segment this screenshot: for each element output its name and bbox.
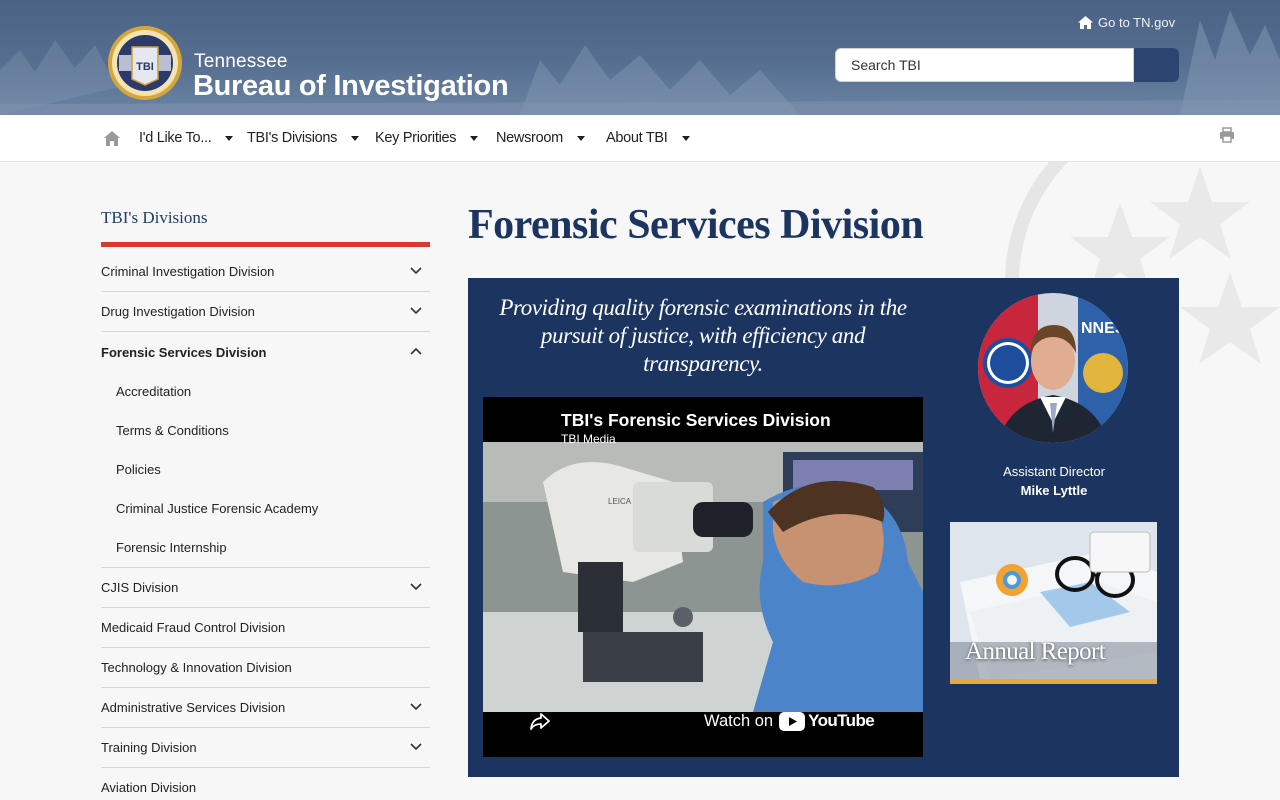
org-name[interactable]: Bureau of Investigation — [193, 70, 509, 103]
sidebar-item-drug-investigation[interactable]: Drug Investigation Division — [101, 292, 430, 332]
sidebar-item-label: Training Division — [101, 740, 197, 755]
director-name: Mike Lyttle — [1020, 483, 1088, 498]
watch-on-label: Watch on — [704, 711, 774, 730]
director-photo: NNES — [978, 293, 1128, 443]
search-input[interactable] — [835, 48, 1134, 82]
nav-item-key-priorities[interactable]: Key Priorities — [375, 130, 479, 146]
sidebar-item-medicaid-fraud[interactable]: Medicaid Fraud Control Division — [101, 608, 430, 648]
chevron-up-icon[interactable] — [410, 346, 422, 356]
sidebar-item-cjis[interactable]: CJIS Division — [101, 568, 430, 608]
youtube-play-icon — [779, 711, 806, 731]
youtube-wordmark: YouTube — [808, 711, 875, 730]
sidebar-accent-rule — [101, 242, 430, 247]
sidebar-item-label: Criminal Investigation Division — [101, 264, 275, 279]
nav-item-divisions[interactable]: TBI's Divisions — [247, 130, 360, 146]
caret-down-icon — [576, 135, 585, 141]
sidebar-subitem-internship[interactable]: Forensic Internship — [101, 528, 430, 567]
video-thumbnail[interactable]: LEICA — [483, 442, 923, 712]
sidebar-item-label: Drug Investigation Division — [101, 304, 255, 319]
caret-down-icon — [225, 135, 234, 141]
sidebar-item-label: Forensic Services Division — [101, 344, 267, 360]
sidebar-subitem-label: Terms & Conditions — [116, 423, 229, 438]
sidebar-item-label: CJIS Division — [101, 580, 179, 595]
annual-report-label: Annual Report — [965, 638, 1106, 665]
division-tagline: Providing quality forensic examinations … — [499, 295, 907, 376]
tngov-link[interactable]: Go to TN.gov — [1078, 15, 1175, 30]
nav-item-label: I'd Like To... — [139, 130, 212, 146]
sidebar-subitem-accreditation[interactable]: Accreditation — [101, 372, 430, 411]
sidebar-item-administrative[interactable]: Administrative Services Division — [101, 688, 430, 728]
print-icon[interactable] — [1219, 127, 1235, 143]
nav-item-newsroom[interactable]: Newsroom — [496, 130, 585, 146]
sidebar-item-label: Aviation Division — [101, 780, 197, 795]
director-portrait: NNES — [978, 293, 1128, 443]
chevron-down-icon[interactable] — [410, 306, 422, 316]
svg-text:LEICA: LEICA — [608, 497, 632, 506]
svg-text:TBI: TBI — [136, 61, 154, 73]
sidebar-item-label: Medicaid Fraud Control Division — [101, 620, 286, 635]
chevron-down-icon[interactable] — [410, 582, 422, 592]
sidebar-subitem-policies[interactable]: Policies — [101, 450, 430, 489]
sidebar-nav: Criminal Investigation Division Drug Inv… — [101, 252, 430, 800]
caret-down-icon — [470, 135, 479, 141]
nav-item-label: Newsroom — [496, 130, 563, 146]
video-channel[interactable]: TBI Media — [561, 432, 616, 446]
sidebar-item-criminal-investigation[interactable]: Criminal Investigation Division — [101, 252, 430, 292]
video-embed[interactable]: LEICA TBI's Forensic Services Division T… — [483, 397, 923, 757]
nav-item-label: Key Priorities — [375, 130, 457, 146]
sidebar-item-forensic-services[interactable]: Forensic Services Division — [101, 332, 430, 372]
sidebar-item-label: Technology & Innovation Division — [101, 660, 292, 675]
share-icon[interactable] — [529, 710, 551, 732]
sidebar-subitem-label: Forensic Internship — [116, 540, 227, 555]
home-icon[interactable] — [104, 131, 120, 146]
sidebar-subitem-forensic-academy[interactable]: Criminal Justice Forensic Academy — [101, 489, 430, 528]
sidebar-subitem-terms[interactable]: Terms & Conditions — [101, 411, 430, 450]
caret-down-icon — [681, 135, 690, 141]
page-title: Forensic Services Division — [468, 202, 924, 248]
annual-report-link[interactable]: Annual Report — [950, 522, 1157, 684]
chevron-down-icon[interactable] — [410, 266, 422, 276]
home-icon — [1078, 16, 1093, 29]
sidebar-item-training[interactable]: Training Division — [101, 728, 430, 768]
sidebar-item-technology[interactable]: Technology & Innovation Division — [101, 648, 430, 688]
caret-down-icon — [351, 135, 360, 141]
tbi-seal-logo[interactable]: TBI — [105, 25, 185, 101]
site-header: TBI Tennessee Bureau of Investigation Go… — [0, 0, 1280, 115]
director-role: Assistant Director — [1003, 464, 1105, 479]
video-title[interactable]: TBI's Forensic Services Division — [561, 410, 831, 431]
watch-on-youtube-button[interactable]: Watch on YouTube — [704, 711, 875, 731]
sidebar-title[interactable]: TBI's Divisions — [101, 208, 208, 228]
sidebar-subitem-label: Criminal Justice Forensic Academy — [116, 501, 319, 516]
sidebar-sublist: Accreditation Terms & Conditions Policie… — [101, 372, 430, 568]
sidebar-item-aviation[interactable]: Aviation Division — [101, 768, 430, 800]
nav-item-id-like-to[interactable]: I'd Like To... — [139, 130, 234, 146]
sidebar-subitem-label: Policies — [116, 462, 161, 477]
search-form — [835, 48, 1179, 82]
tngov-label: Go to TN.gov — [1098, 15, 1176, 30]
sidebar-item-label: Administrative Services Division — [101, 700, 286, 715]
annual-report-accent-bar — [950, 679, 1157, 684]
nav-item-label: About TBI — [606, 130, 668, 146]
sidebar-subitem-label: Accreditation — [116, 384, 192, 399]
main-nav: I'd Like To... TBI's Divisions Key Prior… — [0, 115, 1280, 162]
chevron-down-icon[interactable] — [410, 702, 422, 712]
youtube-logo: YouTube — [779, 711, 875, 731]
search-button[interactable] — [1134, 48, 1179, 82]
chevron-down-icon[interactable] — [410, 742, 422, 752]
nav-item-label: TBI's Divisions — [247, 130, 338, 146]
nav-item-about[interactable]: About TBI — [606, 130, 690, 146]
